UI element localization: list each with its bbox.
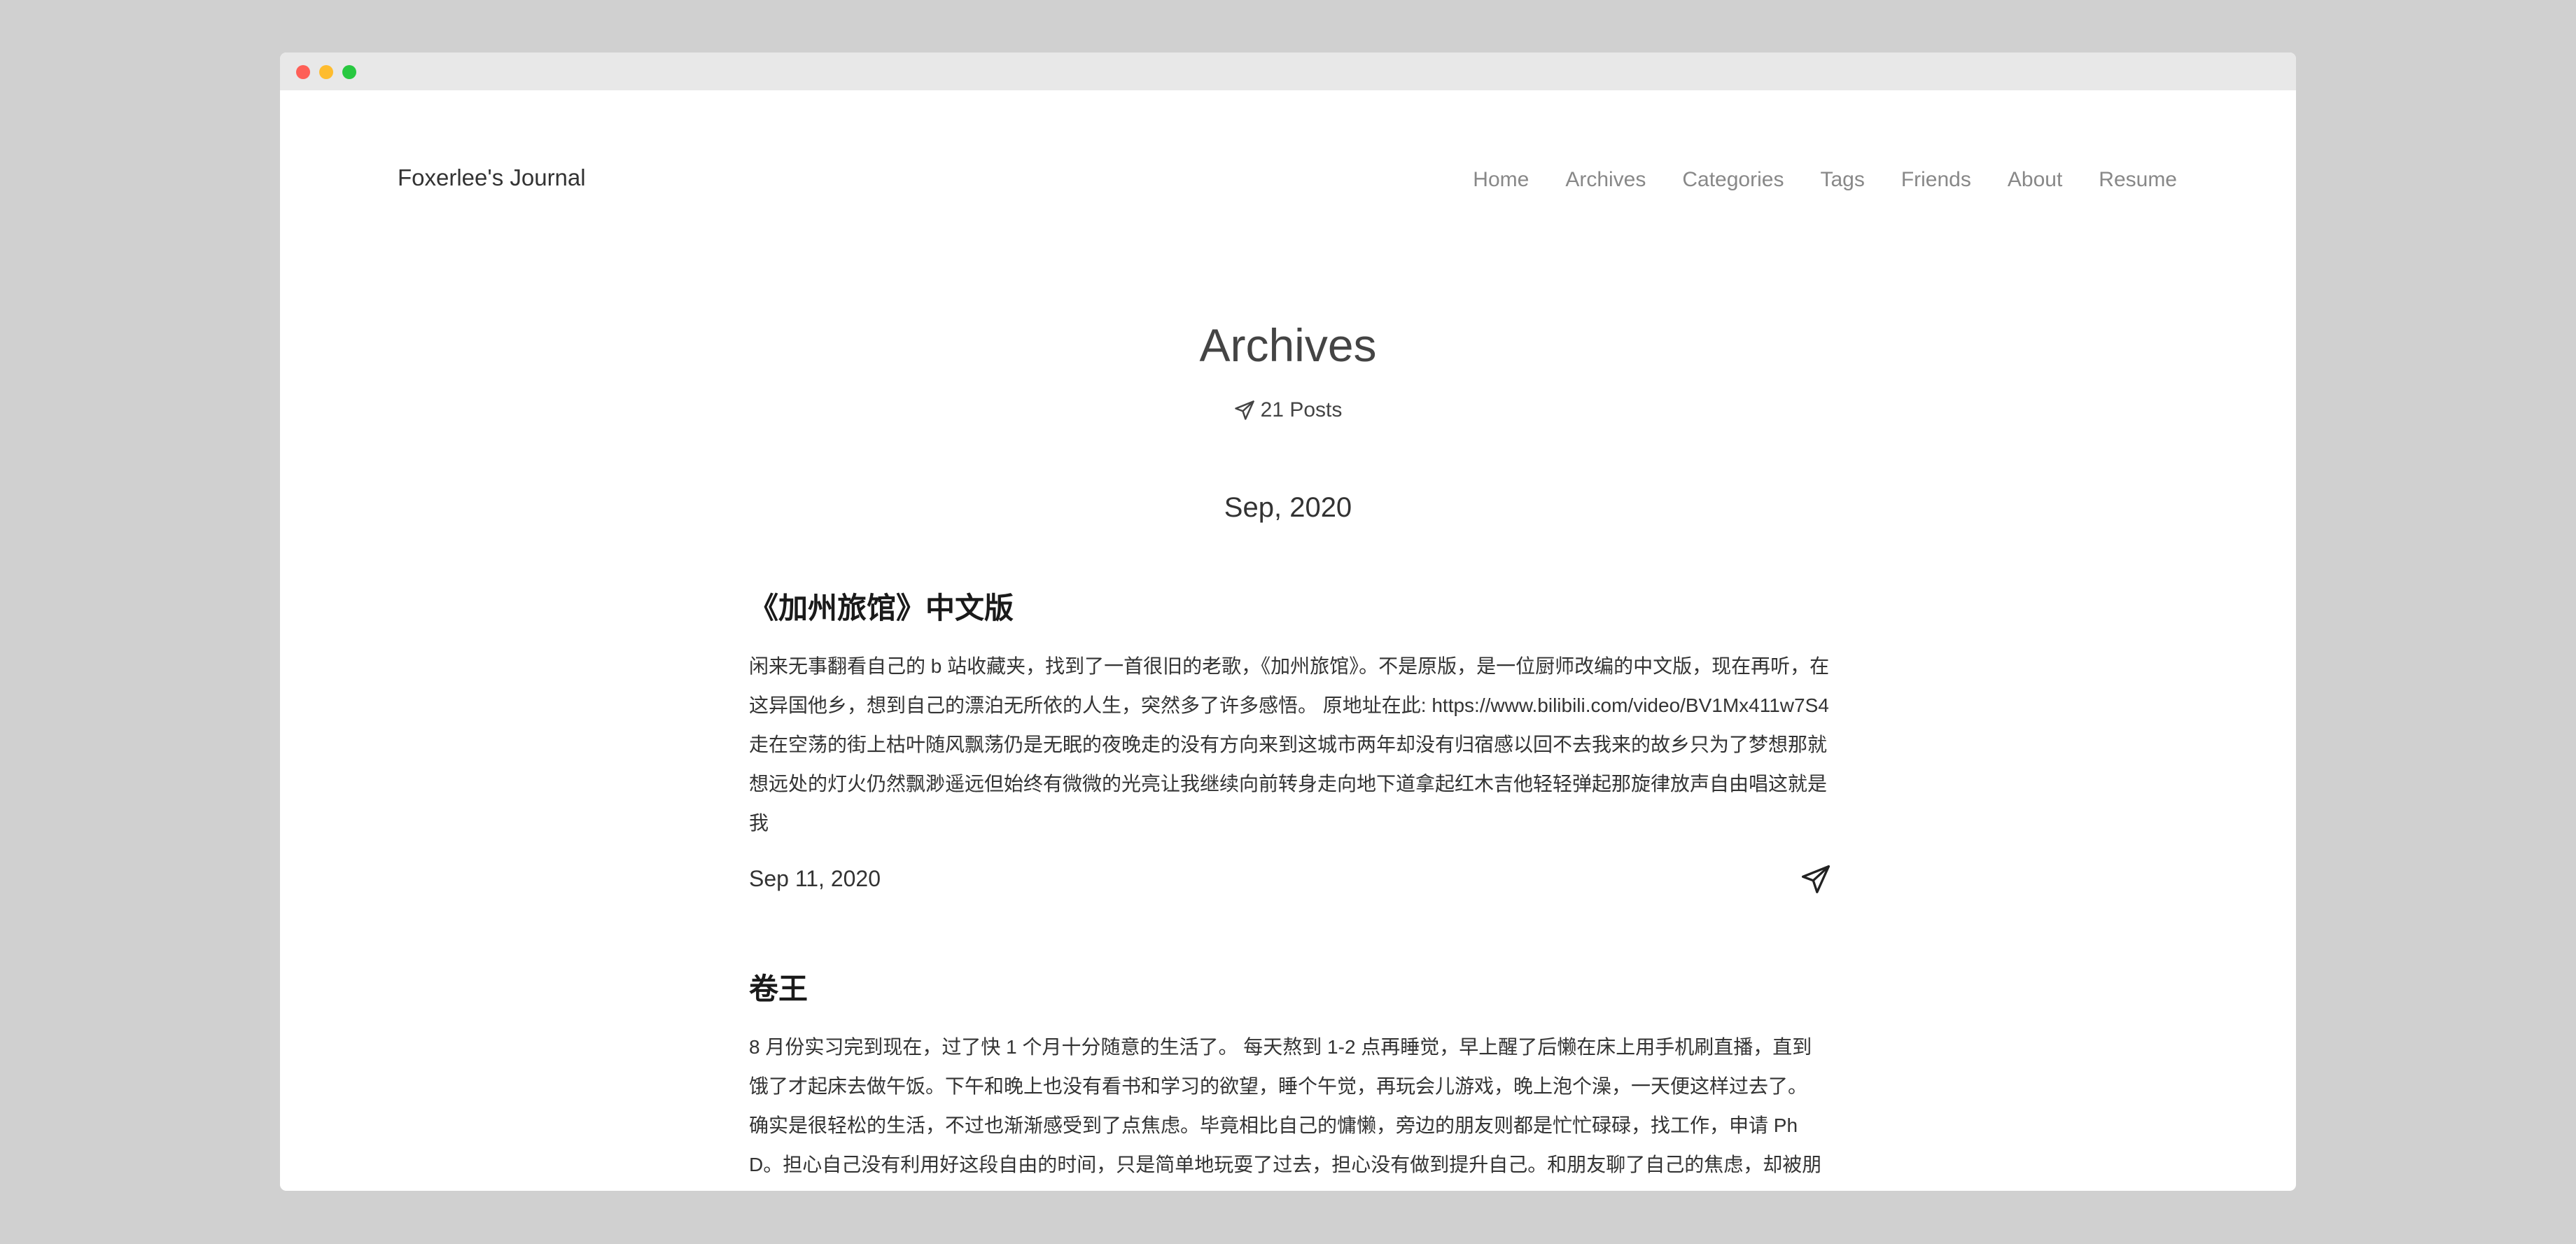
- archive-month-heading: Sep, 2020: [1224, 492, 1352, 523]
- post-item: 卷王 8 月份实习完到现在，过了快 1 个月十分随意的生活了。 每天熬到 1-2…: [749, 965, 1831, 1191]
- nav-categories[interactable]: Categories: [1682, 168, 1784, 192]
- post-date: Sep 11, 2020: [749, 866, 881, 891]
- post-excerpt: 8 月份实习完到现在，过了快 1 个月十分随意的生活了。 每天熬到 1-2 点再…: [749, 1036, 1822, 1175]
- post-title[interactable]: 《加州旅馆》中文版: [749, 585, 1831, 627]
- nav-archives[interactable]: Archives: [1565, 168, 1646, 192]
- nav-tags[interactable]: Tags: [1820, 168, 1864, 192]
- post-title[interactable]: 卷王: [749, 965, 1831, 1008]
- nav-home[interactable]: Home: [1473, 168, 1529, 192]
- window-titlebar: [280, 53, 2296, 90]
- close-window-button[interactable]: [296, 65, 310, 79]
- post-excerpt: 闲来无事翻看自己的 b 站收藏夹，找到了一首很旧的老歌，《加州旅馆》。不是原版，…: [749, 655, 1830, 834]
- post-count: 21 Posts: [280, 398, 2296, 422]
- post-meta: Sep 11, 2020: [749, 861, 1831, 896]
- site-title[interactable]: Foxerlee's Journal: [398, 165, 586, 191]
- nav-friends[interactable]: Friends: [1901, 168, 1971, 192]
- nav-about[interactable]: About: [2008, 168, 2062, 192]
- paper-plane-icon[interactable]: [1800, 864, 1831, 895]
- post-item: 《加州旅馆》中文版 闲来无事翻看自己的 b 站收藏夹，找到了一首很旧的老歌，《加…: [749, 585, 1831, 896]
- page-title: Archives: [1199, 319, 1377, 371]
- maximize-window-button[interactable]: [342, 65, 356, 79]
- nav-resume[interactable]: Resume: [2099, 168, 2177, 192]
- minimize-window-button[interactable]: [319, 65, 333, 79]
- browser-window: Foxerlee's Journal Home Archives Categor…: [280, 53, 2296, 1191]
- main-nav: Home Archives Categories Tags Friends Ab…: [1473, 168, 2177, 192]
- post-count-label: 21 Posts: [1260, 398, 1343, 421]
- paper-plane-icon: [1234, 400, 1254, 420]
